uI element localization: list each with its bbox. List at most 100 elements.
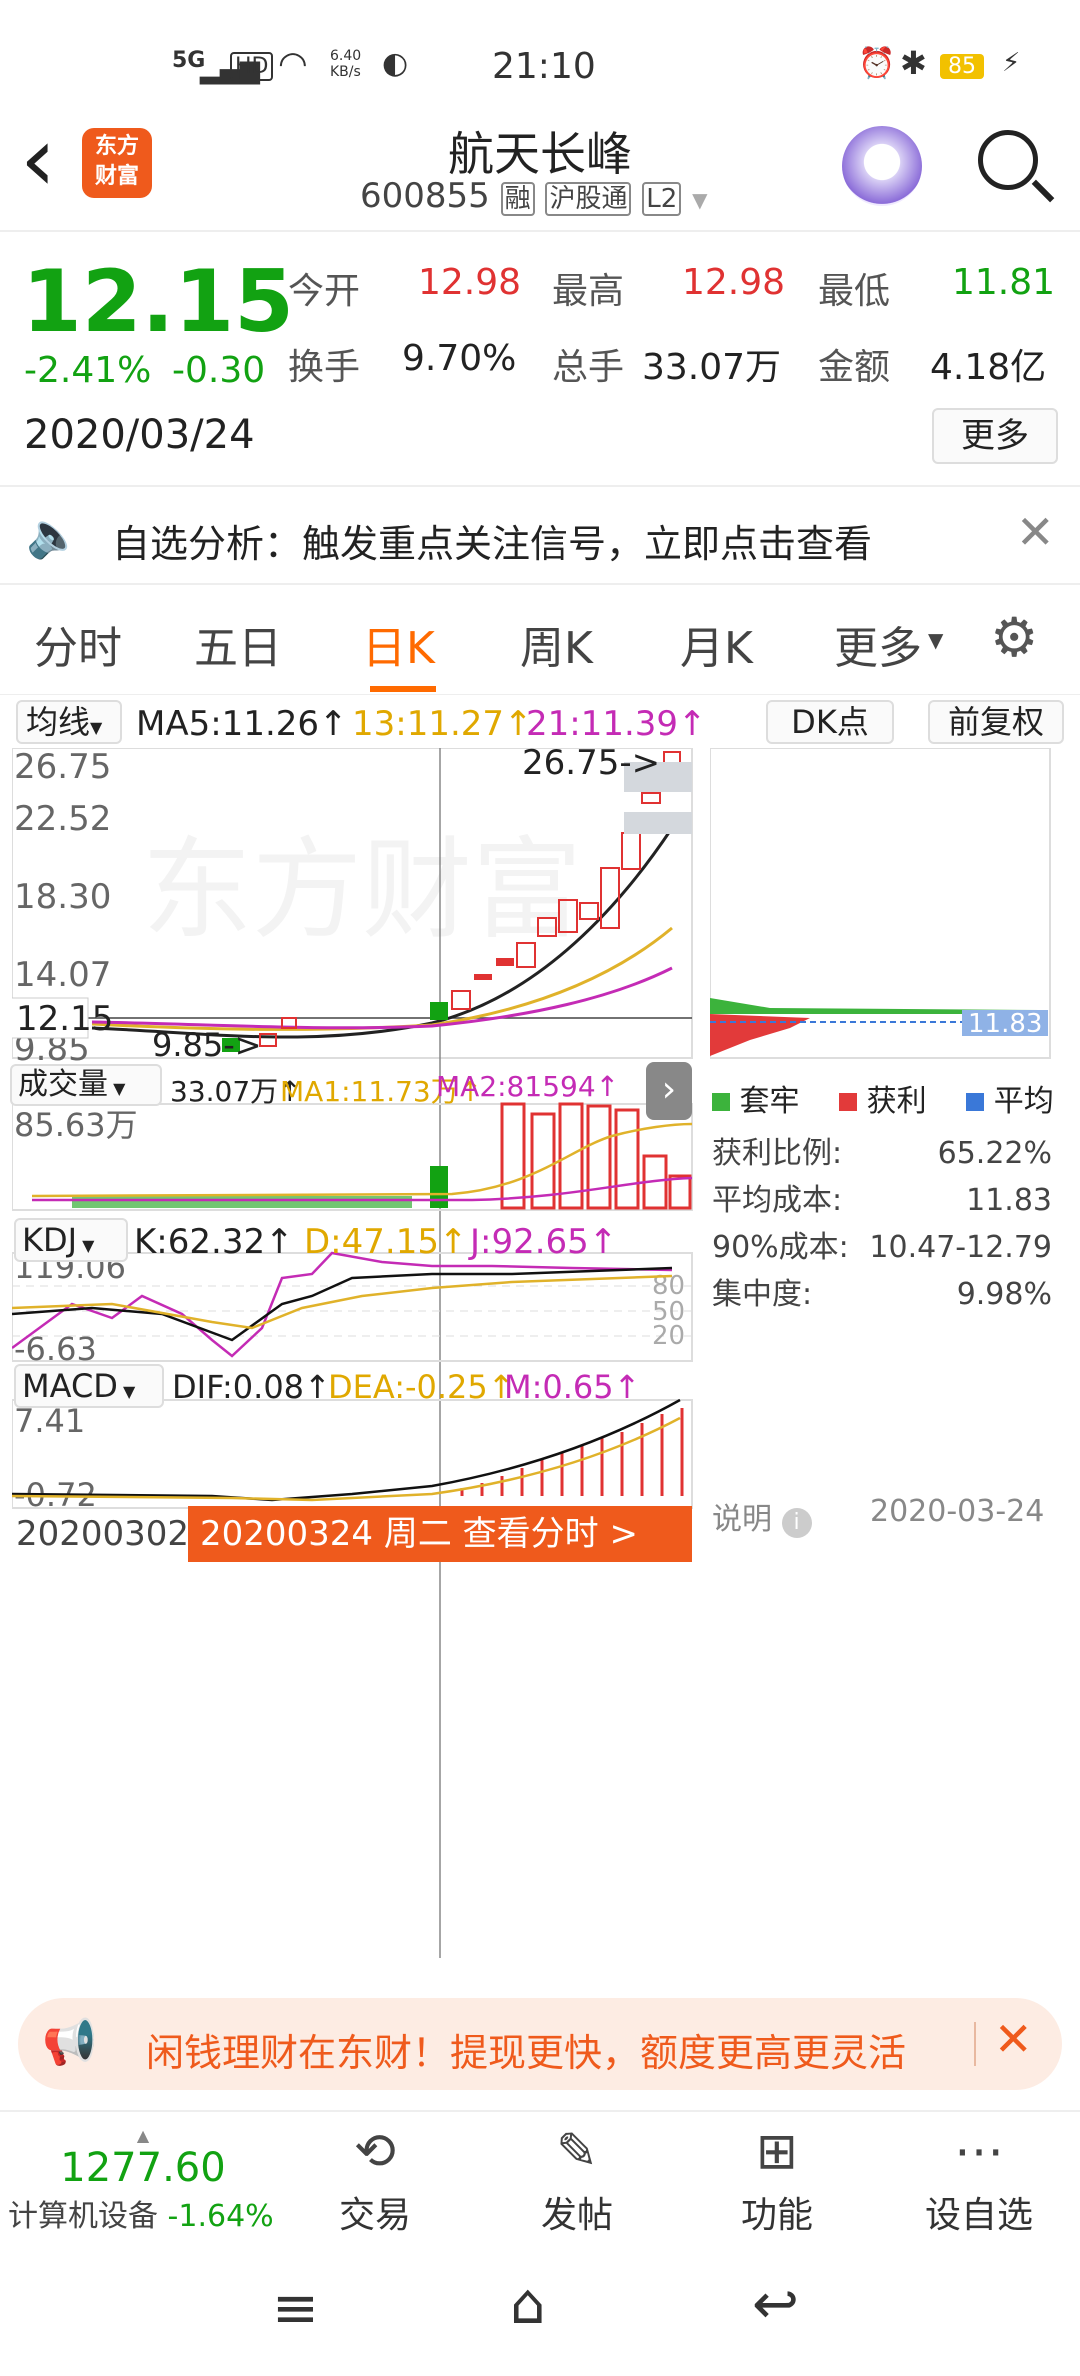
candle xyxy=(496,958,514,966)
promo-text: 闲钱理财在东财！提现更快，额度更高更灵活 xyxy=(146,2031,907,2075)
chip-row-value: 9.98% xyxy=(956,1277,1052,1312)
kdj-20-label: 20 xyxy=(652,1321,685,1351)
kdj-d-value: D:47.15↑ xyxy=(304,1222,468,1262)
chip-row-value: 65.22% xyxy=(937,1136,1052,1171)
bluetooth-icon: ✱ xyxy=(900,44,927,82)
settings-icon[interactable]: ⚙ xyxy=(990,606,1038,669)
last-price: 12.15 xyxy=(22,252,295,352)
low-value: 11.81 xyxy=(952,262,1056,303)
turnover-label: 换手 xyxy=(288,347,361,388)
volume-bar xyxy=(586,1104,612,1210)
chip-legend: 套牢 获利 平均 xyxy=(712,1076,1054,1120)
bottom-dock: ▲ 1277.60 计算机设备 -1.64% ⟲ 交易 ✎ 发帖 ⊞ 功能 ⋯ 设自选 xyxy=(0,2110,1080,2250)
open-label: 今开 xyxy=(288,271,361,312)
kdj-selector[interactable]: KDJ ▼ xyxy=(14,1218,128,1262)
start-date-label: 20200302 xyxy=(16,1514,190,1554)
volume-bar xyxy=(614,1108,640,1210)
y-axis-14-07: 14.07 xyxy=(14,955,111,995)
volume-bars xyxy=(72,1102,692,1210)
volume-value: 33.07万 xyxy=(642,347,782,388)
megaphone-icon: 📢 xyxy=(42,2017,97,2068)
legend-average-swatch xyxy=(966,1093,985,1111)
home-icon[interactable]: ⌂ xyxy=(510,2272,546,2337)
chip-row-label: 集中度: xyxy=(712,1277,813,1312)
grid-icon: ⊞ xyxy=(756,2122,798,2180)
y-axis-22-52: 22.52 xyxy=(14,799,111,839)
volume-max-label: 85.63万 xyxy=(14,1106,138,1144)
dock-add-watch[interactable]: ⋯ 设自选 xyxy=(904,2122,1054,2238)
adjust-button[interactable]: 前复权 xyxy=(928,700,1064,744)
edit-icon: ✎ xyxy=(556,2122,598,2180)
chip-row-label: 平均成本: xyxy=(712,1183,843,1218)
dock-trade[interactable]: ⟲ 交易 xyxy=(300,2122,450,2238)
volume-bar xyxy=(500,1102,526,1210)
legend-profit-swatch xyxy=(839,1093,858,1111)
tab-minute[interactable]: 分时 xyxy=(34,612,122,676)
index-row: 计算机设备 -1.64% xyxy=(8,2191,278,2235)
change-pct: -2.41% xyxy=(24,350,152,391)
kdj-selector-label: KDJ xyxy=(22,1221,78,1259)
robot-avatar-icon[interactable] xyxy=(842,126,922,206)
tab-monthly-k[interactable]: 月K xyxy=(680,612,753,676)
alert-banner[interactable]: 🔈 自选分析：触发重点关注信号，立即点击查看 ✕ xyxy=(0,485,1080,585)
volume-bar xyxy=(668,1174,692,1210)
back-nav-icon[interactable]: ↩ xyxy=(752,2272,799,2337)
legend-average: 平均 xyxy=(993,1084,1054,1119)
chip-profit xyxy=(710,1014,810,1056)
tag-margin: 融 xyxy=(500,182,535,216)
chip-row-label: 90%成本: xyxy=(712,1230,849,1265)
menu-icon[interactable]: ≡ xyxy=(272,2276,319,2341)
dock-add-watch-label: 设自选 xyxy=(924,2195,1033,2236)
amount-value: 4.18亿 xyxy=(930,347,1047,388)
stock-code-row: 600855 融 沪股通 L2 ▼ xyxy=(360,176,708,216)
legend-trapped: 套牢 xyxy=(739,1084,800,1119)
more-dots-icon: ⋯ xyxy=(954,2122,1004,2180)
dock-post[interactable]: ✎ 发帖 xyxy=(502,2122,652,2238)
more-button[interactable]: 更多 xyxy=(932,408,1058,464)
tab-weekly-k[interactable]: 周K xyxy=(520,612,593,676)
tab-5day[interactable]: 五日 xyxy=(194,612,282,676)
tab-daily-k[interactable]: 日K xyxy=(362,612,435,676)
alert-text[interactable]: 自选分析：触发重点关注信号，立即点击查看 xyxy=(112,513,872,568)
macd-m-value: M:0.65↑ xyxy=(504,1368,641,1406)
y-axis-18-30: 18.30 xyxy=(14,877,111,917)
tab-more[interactable]: 更多 xyxy=(834,612,922,676)
index-pct: -1.64% xyxy=(167,2199,274,2234)
ma-selector[interactable]: 均线▼ xyxy=(16,700,122,744)
current-price-label: 12.15 xyxy=(16,999,113,1039)
high-marker: 26.75-> xyxy=(522,748,660,783)
search-icon[interactable] xyxy=(978,130,1038,190)
trade-icon: ⟲ xyxy=(354,2122,396,2180)
view-minute-button[interactable]: 20200324 周二 查看分时 > xyxy=(188,1506,692,1562)
candle xyxy=(600,867,620,929)
index-widget[interactable]: ▲ 1277.60 计算机设备 -1.64% xyxy=(8,2126,278,2235)
promo-banner[interactable]: 📢 闲钱理财在东财！提现更快，额度更高更灵活 ✕ xyxy=(18,1998,1062,2090)
dock-functions-label: 功能 xyxy=(740,2195,813,2236)
stock-header: ‹ 东方 财富 航天长峰 600855 融 沪股通 L2 ▼ xyxy=(0,110,1080,230)
tag-l2: L2 xyxy=(642,182,682,216)
promo-close-icon[interactable]: ✕ xyxy=(994,2012,1033,2066)
candle xyxy=(430,1002,448,1020)
dropdown-icon[interactable]: ▼ xyxy=(692,188,707,212)
tag-connect: 沪股通 xyxy=(545,182,632,216)
macd-selector[interactable]: MACD ▼ xyxy=(14,1364,164,1408)
chip-note-label: 说明 xyxy=(712,1502,772,1537)
candle xyxy=(641,792,661,804)
volume-ma2: MA2:81594↑ xyxy=(436,1070,620,1103)
volume-label: 总手 xyxy=(552,347,625,388)
vpn-icon: ◐ xyxy=(382,46,409,81)
close-icon[interactable]: ✕ xyxy=(1016,505,1055,559)
volume-selector[interactable]: 成交量 ▼ xyxy=(10,1064,162,1106)
dock-post-label: 发帖 xyxy=(540,2195,613,2236)
chip-note-link[interactable]: 说明 i xyxy=(712,1494,812,1538)
chip-row: 集中度: 9.98% xyxy=(712,1271,1052,1318)
chip-row: 获利比例: 65.22% xyxy=(712,1130,1052,1177)
info-icon: i xyxy=(781,1508,812,1538)
chip-row: 平均成本: 11.83 xyxy=(712,1177,1052,1224)
dock-functions[interactable]: ⊞ 功能 xyxy=(702,2122,852,2238)
alarm-icon: ⏰ xyxy=(858,46,896,81)
average-cost-tag: 11.83 xyxy=(968,1009,1042,1039)
dk-point-button[interactable]: DK点 xyxy=(766,700,894,744)
expand-panel-button[interactable]: › xyxy=(646,1062,692,1120)
open-value: 12.98 xyxy=(418,262,522,303)
